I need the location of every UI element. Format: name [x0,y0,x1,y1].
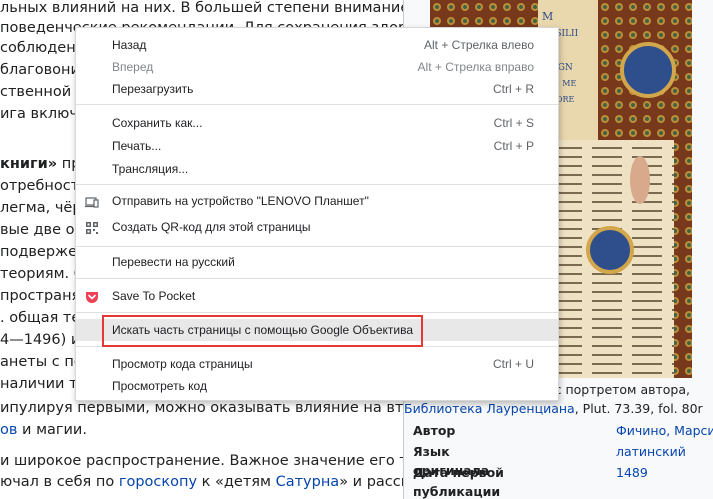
article-text: подвержен [0,244,87,260]
menu-item[interactable]: Сохранить как... Ctrl + S [76,112,558,134]
article-text: наличии та [0,376,87,392]
menu-separator [76,278,558,279]
menu-item-label: Вперед [112,60,154,74]
caption-library-link[interactable]: Библиотека Лауренциана [404,401,575,416]
article-text: теориям. С [0,266,84,282]
menu-separator [76,246,558,247]
menu-item[interactable]: Save To Pocket [76,285,558,307]
menu-item[interactable]: Перевести на русский [76,251,558,273]
menu-item-label: Просмотреть код [112,379,207,393]
qr-code-icon [85,220,99,234]
menu-item-shortcut: Ctrl + P [493,139,534,153]
article-line: 4—1496) и [0,330,80,350]
menu-item[interactable]: Отправить на устройство "LENOVO Планшет" [76,190,558,212]
article-text: ипулируя первыми, можно оказывать влияни… [0,400,447,416]
infobox-value-link[interactable]: Фичино, Марсилио [616,421,713,440]
article-link[interactable]: Сатурна [276,474,340,490]
article-text: книги» [0,156,58,172]
menu-item[interactable]: Трансляция... [76,158,558,180]
article-text: соблюдени [0,40,86,56]
menu-separator [76,184,558,185]
menu-item-label: Просмотр кода страницы [112,357,253,371]
caption-rest: , Plut. 73.39, fol. 80r [574,401,703,416]
menu-item-shortcut: Alt + Стрелка влево [423,38,534,52]
menu-item[interactable]: Вперед Alt + Стрелка вправо [76,56,558,78]
menu-item-shortcut: Ctrl + U [492,357,534,371]
menu-item[interactable]: Просмотреть код [76,375,558,397]
article-line: льных влияний на них. В большей степени … [0,0,409,18]
article-link[interactable]: гороскопу [119,474,197,490]
infobox-key: Дата первой публикации [413,465,504,499]
article-text: 4—1496) и [0,332,81,348]
article-line: наличии та [0,374,86,394]
article-line: теориям. С [0,264,84,284]
menu-item[interactable]: Перезагрузить Ctrl + R [76,78,558,100]
article-text: вые две оп [0,222,84,238]
article-line: и широкое распространение. Важное значен… [0,451,460,471]
manuscript-text: M [542,10,553,23]
menu-item-shortcut: Ctrl + S [493,116,534,130]
article-line: ипулируя первыми, можно оказывать влияни… [0,398,446,418]
menu-item-label: Перезагрузить [112,82,194,96]
infobox-key: Автор [413,423,456,438]
menu-item-label: Перевести на русский [112,255,235,269]
menu-item[interactable]: Печать... Ctrl + P [76,135,558,157]
menu-item-label: Сохранить как... [112,116,203,130]
highlight-box [102,315,423,347]
article-line: ига включа [0,104,87,124]
menu-item-label: Save To Pocket [112,289,196,303]
article-line: ов и магии. [0,420,87,440]
article-text: ига включа [0,106,87,122]
menu-item-label: Отправить на устройство "LENOVO Планшет" [112,194,369,208]
infobox-value-link[interactable]: 1489 [616,463,648,482]
menu-item-shortcut: Ctrl + R [492,82,534,96]
menu-item[interactable]: Назад Alt + Стрелка влево [76,34,558,56]
menu-separator [76,104,558,105]
pocket-icon [85,289,99,303]
menu-separator [76,312,558,313]
menu-item-label: Трансляция... [112,162,189,176]
menu-item[interactable]: Просмотр кода страницы Ctrl + U [76,353,558,375]
article-line: соблюдени [0,38,85,58]
article-text: и широкое распространение. Важное значен… [0,453,461,469]
infobox-value-link[interactable]: латинский [616,442,686,461]
article-line: подвержен [0,242,87,262]
device-icon [85,194,99,208]
article-link[interactable]: ов [0,422,17,438]
menu-item-label: Назад [112,38,147,52]
article-text: льных влияний на них. В большей степени … [0,0,410,16]
menu-item-shortcut: Alt + Стрелка вправо [417,60,534,74]
menu-item-label: Печать... [112,139,162,153]
menu-item[interactable]: Создать QR-код для этой страницы [76,216,558,238]
article-text: к «детям [197,474,276,490]
menu-item-label: Создать QR-код для этой страницы [112,220,311,234]
article-text: ючал в себя по [0,474,119,490]
article-text: и магии. [17,422,87,438]
article-line: вые две оп [0,220,84,240]
